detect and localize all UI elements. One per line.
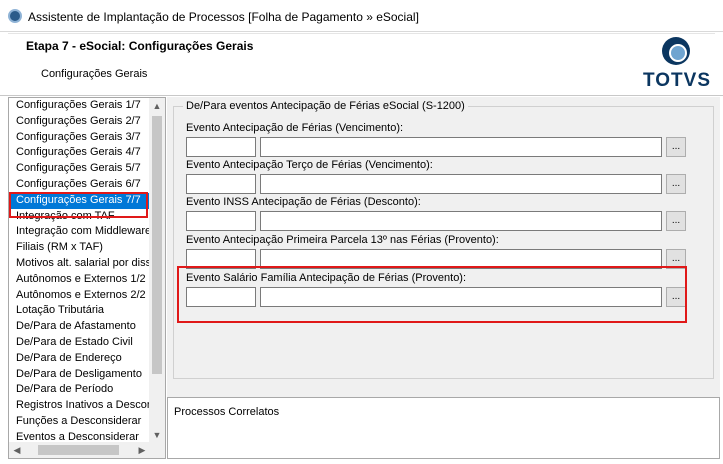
horizontal-scrollbar[interactable]: ◀ ▶: [9, 442, 150, 458]
horizontal-scroll-thumb[interactable]: [38, 445, 119, 455]
sidebar-item[interactable]: Funções a Desconsiderar: [9, 414, 150, 430]
lookup-button[interactable]: ...: [666, 174, 686, 194]
totvs-logo-icon: [662, 37, 690, 65]
event-code-input[interactable]: [186, 249, 256, 269]
sidebar-item[interactable]: Integração com Middleware: [9, 224, 150, 240]
event-code-input[interactable]: [186, 174, 256, 194]
event-description-input[interactable]: [260, 287, 662, 307]
sidebar-item[interactable]: Lotação Tributária: [9, 303, 150, 319]
related-processes-panel: Processos Correlatos: [167, 397, 720, 459]
scroll-up-icon[interactable]: ▲: [149, 98, 165, 114]
sidebar-item[interactable]: De/Para de Endereço: [9, 351, 150, 367]
window-title: Assistente de Implantação de Processos […: [28, 10, 419, 24]
title-bar: Assistente de Implantação de Processos […: [0, 0, 723, 32]
app-icon: [8, 9, 22, 23]
vertical-scrollbar[interactable]: ▲ ▼: [149, 98, 165, 443]
sidebar-item[interactable]: Autônomos e Externos 2/2: [9, 288, 150, 304]
lookup-button[interactable]: ...: [666, 287, 686, 307]
event-code-input[interactable]: [186, 137, 256, 157]
scroll-down-icon[interactable]: ▼: [149, 427, 165, 443]
scroll-left-icon[interactable]: ◀: [9, 442, 25, 458]
sidebar-item[interactable]: Filiais (RM x TAF): [9, 240, 150, 256]
steps-list[interactable]: Configurações Gerais 1/7 Configurações Ge…: [9, 98, 150, 443]
steps-list-panel: Configurações Gerais 1/7 Configurações Ge…: [8, 97, 166, 459]
totvs-logo: TOTVS: [643, 36, 711, 94]
event-code-input[interactable]: [186, 211, 256, 231]
sidebar-item[interactable]: Configurações Gerais 1/7: [9, 98, 150, 114]
config-panel: De/Para eventos Antecipação de Férias eS…: [167, 97, 720, 397]
sidebar-item[interactable]: Integração com TAF: [9, 209, 150, 225]
sidebar-item[interactable]: De/Para de Desligamento: [9, 367, 150, 383]
totvs-logo-text: TOTVS: [643, 70, 711, 91]
scroll-corner: [149, 442, 165, 458]
step-subtitle: Configurações Gerais: [41, 68, 148, 80]
sidebar-item[interactable]: Configurações Gerais 7/7: [9, 192, 150, 209]
sidebar-item[interactable]: Motivos alt. salarial por diss: [9, 256, 150, 272]
sidebar-item[interactable]: De/Para de Período: [9, 382, 150, 398]
header-divider: [0, 95, 723, 96]
sidebar-item[interactable]: Registros Inativos a Descon: [9, 398, 150, 414]
step-title: Etapa 7 - eSocial: Configurações Gerais: [26, 39, 254, 53]
sidebar-item[interactable]: De/Para de Estado Civil: [9, 335, 150, 351]
event-description-input[interactable]: [260, 174, 662, 194]
scroll-right-icon[interactable]: ▶: [134, 442, 150, 458]
field-label: Evento Salário Família Antecipação de Fé…: [186, 272, 467, 284]
lookup-button[interactable]: ...: [666, 137, 686, 157]
sidebar-item[interactable]: De/Para de Afastamento: [9, 319, 150, 335]
related-processes-label: Processos Correlatos: [174, 406, 280, 418]
events-groupbox: De/Para eventos Antecipação de Férias eS…: [173, 100, 714, 379]
field-label: Evento INSS Antecipação de Férias (Desco…: [186, 196, 421, 208]
groupbox-title: De/Para eventos Antecipação de Férias eS…: [183, 100, 468, 112]
sidebar-item[interactable]: Configurações Gerais 5/7: [9, 161, 150, 177]
event-description-input[interactable]: [260, 249, 662, 269]
sidebar-item[interactable]: Configurações Gerais 4/7: [9, 145, 150, 161]
event-code-input[interactable]: [186, 287, 256, 307]
field-label: Evento Antecipação de Férias (Vencimento…: [186, 122, 404, 134]
sidebar-item[interactable]: Configurações Gerais 6/7: [9, 177, 150, 193]
lookup-button[interactable]: ...: [666, 249, 686, 269]
sidebar-item[interactable]: Eventos a Desconsiderar: [9, 430, 150, 443]
event-description-input[interactable]: [260, 211, 662, 231]
sidebar-item[interactable]: Configurações Gerais 2/7: [9, 114, 150, 130]
event-description-input[interactable]: [260, 137, 662, 157]
field-label: Evento Antecipação Terço de Férias (Venc…: [186, 159, 433, 171]
sidebar-item[interactable]: Configurações Gerais 3/7: [9, 130, 150, 146]
wizard-header: Etapa 7 - eSocial: Configurações Gerais …: [8, 33, 715, 95]
vertical-scroll-thumb[interactable]: [152, 116, 162, 374]
lookup-button[interactable]: ...: [666, 211, 686, 231]
sidebar-item[interactable]: Autônomos e Externos 1/2: [9, 272, 150, 288]
field-label: Evento Antecipação Primeira Parcela 13º …: [186, 234, 499, 246]
